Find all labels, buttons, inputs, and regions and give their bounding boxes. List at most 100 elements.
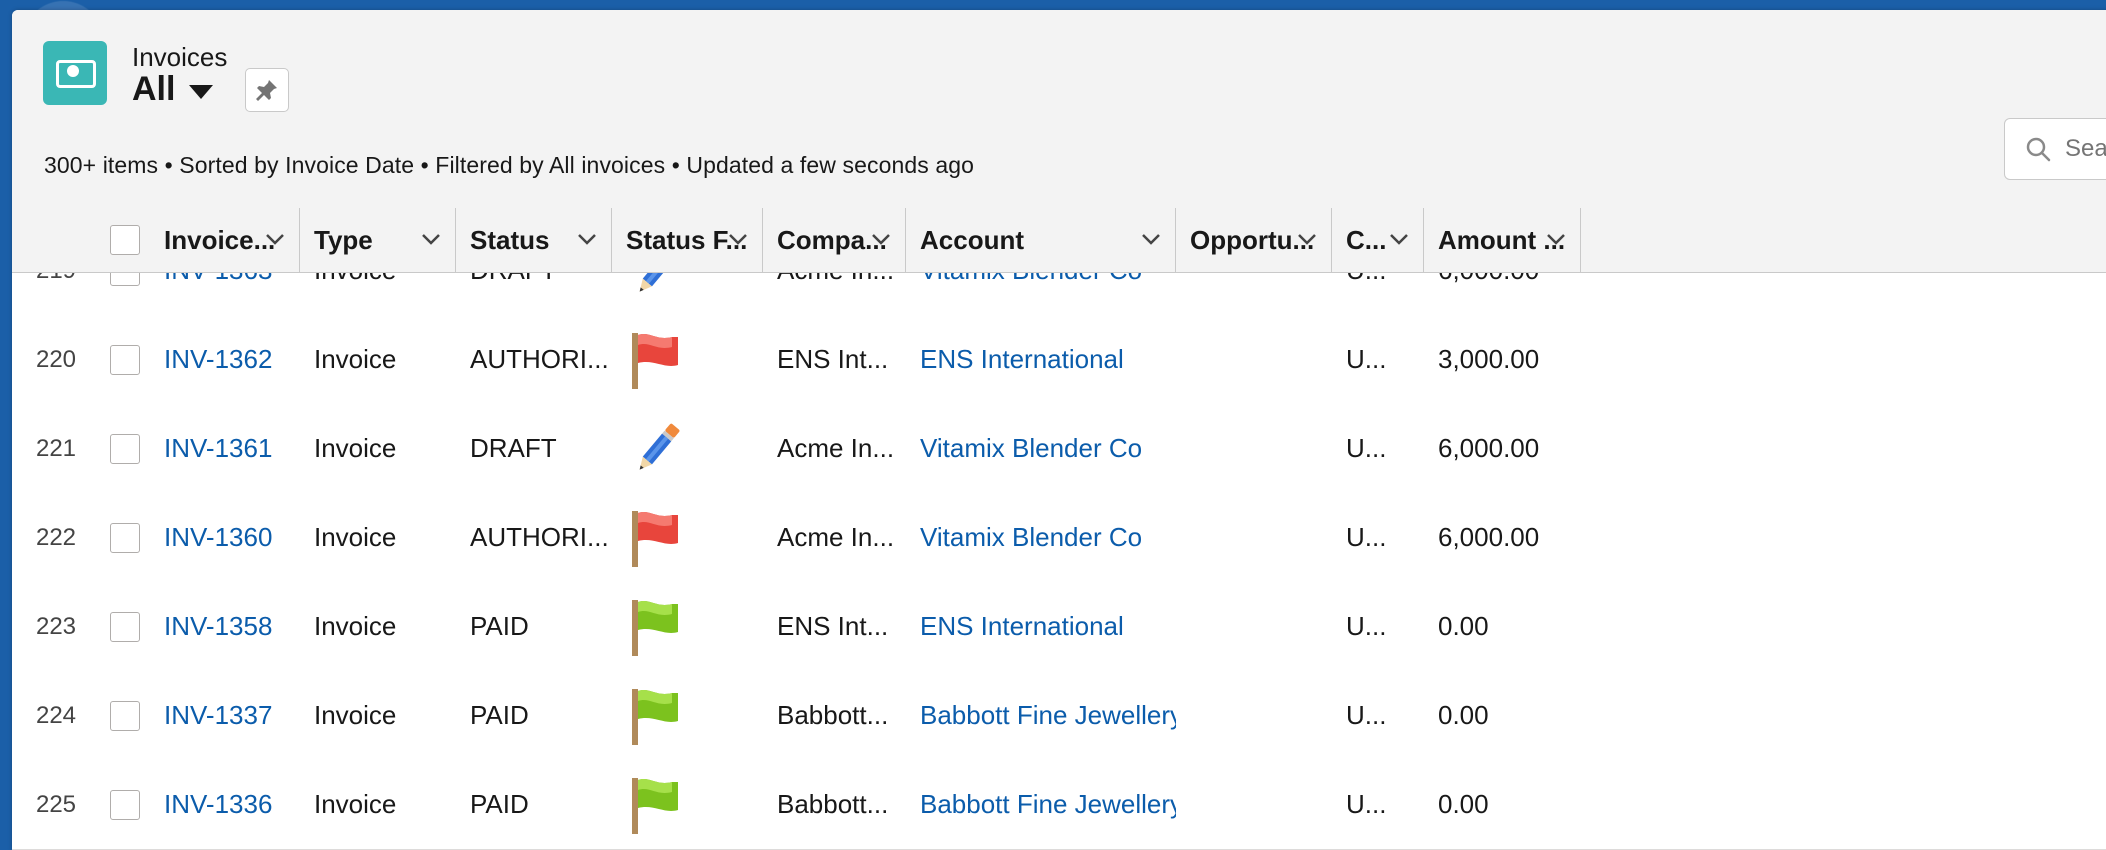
chevron-down-icon[interactable] xyxy=(1141,232,1161,246)
column-label: Status xyxy=(470,224,550,255)
column-label: C... xyxy=(1346,224,1387,255)
chevron-down-icon[interactable] xyxy=(728,232,748,246)
object-label: Invoices xyxy=(132,42,228,72)
column-header-currency[interactable]: C... xyxy=(1332,208,1424,272)
row-checkbox[interactable] xyxy=(110,433,140,464)
table-row[interactable]: 220 INV-1362 Invoice AUTHORI... ENS Int... EN… xyxy=(12,315,2106,405)
green-flag-icon xyxy=(626,685,688,747)
opportunity-cell xyxy=(1190,760,1332,849)
chevron-down-icon[interactable] xyxy=(421,232,441,246)
pin-list-view-button[interactable] xyxy=(245,68,289,112)
type-cell: Invoice xyxy=(314,522,397,552)
opportunity-cell xyxy=(1190,493,1332,582)
money-bill-coin xyxy=(67,65,79,77)
row-checkbox[interactable] xyxy=(110,789,140,820)
green-flag-icon xyxy=(626,596,688,658)
status-flag-cell xyxy=(626,404,763,493)
status-flag-cell xyxy=(626,671,763,760)
table-row[interactable]: 223 INV-1358 Invoice PAID ENS Int... ENS Inte… xyxy=(12,582,2106,672)
column-header-account[interactable]: Account xyxy=(906,208,1176,272)
select-all-cell xyxy=(100,208,150,272)
row-select-cell xyxy=(100,671,150,760)
status-flag-cell xyxy=(626,582,763,671)
column-header-status-flag[interactable]: Status F... xyxy=(612,208,763,272)
column-header-opportunity[interactable]: Opportu... xyxy=(1176,208,1332,272)
list-view-card: Invoices All 300+ items • Sorted by Invo… xyxy=(12,10,2106,850)
chevron-down-icon[interactable] xyxy=(577,232,597,246)
row-number: 224 xyxy=(35,701,77,729)
opportunity-cell xyxy=(1190,671,1332,760)
table-row[interactable]: 222 INV-1360 Invoice AUTHORI... Acme In... Vi… xyxy=(12,493,2106,583)
row-checkbox[interactable] xyxy=(110,344,140,375)
invoice-number-link[interactable]: INV-1337 xyxy=(164,671,300,760)
green-flag-icon xyxy=(626,774,688,836)
account-link[interactable]: Babbott Fine Jewellery xyxy=(920,760,1176,849)
status-cell: PAID xyxy=(470,611,529,641)
pencil-icon xyxy=(626,418,688,480)
chevron-down-icon[interactable] xyxy=(871,232,891,246)
red-flag-icon xyxy=(626,329,688,391)
status-flag-cell xyxy=(626,760,763,849)
company-cell: Acme In... xyxy=(777,522,895,552)
status-cell: PAID xyxy=(470,700,529,730)
invoice-number-link[interactable]: INV-1336 xyxy=(164,760,300,849)
amount-cell: 3,000.00 xyxy=(1438,344,1540,374)
currency-cell: U... xyxy=(1346,344,1387,374)
table-row[interactable]: 224 INV-1337 Invoice PAID Babbott... Babbott … xyxy=(12,671,2106,761)
select-all-checkbox[interactable] xyxy=(110,225,140,255)
row-checkbox[interactable] xyxy=(110,611,140,642)
row-number: 223 xyxy=(35,612,77,640)
column-header-company[interactable]: Compa... xyxy=(763,208,906,272)
status-cell: AUTHORI... xyxy=(470,344,609,374)
opportunity-cell xyxy=(1190,404,1332,493)
chevron-down-icon[interactable] xyxy=(1389,232,1409,246)
account-link[interactable]: Vitamix Blender Co xyxy=(920,493,1176,582)
column-header-status[interactable]: Status xyxy=(456,208,612,272)
type-cell: Invoice xyxy=(314,789,397,819)
currency-cell: U... xyxy=(1346,789,1387,819)
table-row[interactable]: 225 INV-1336 Invoice PAID Babbott... Babbott … xyxy=(12,760,2106,850)
row-checkbox[interactable] xyxy=(110,522,140,553)
column-header-type[interactable]: Type xyxy=(300,208,456,272)
company-cell: Acme In... xyxy=(777,433,895,463)
list-view-header: Invoices All 300+ items • Sorted by Invo… xyxy=(12,10,2106,209)
chevron-down-icon[interactable] xyxy=(265,232,285,246)
status-cell: PAID xyxy=(470,789,529,819)
row-checkbox[interactable] xyxy=(110,700,140,731)
invoice-number-link[interactable]: INV-1362 xyxy=(164,315,300,404)
table-header: Invoice... Type Status Status F... Compa… xyxy=(12,208,2106,273)
pin-icon xyxy=(256,80,277,101)
invoice-object-icon xyxy=(43,41,107,105)
account-link[interactable]: Vitamix Blender Co xyxy=(920,404,1176,493)
account-link[interactable]: ENS International xyxy=(920,582,1176,671)
column-header-amount[interactable]: Amount ... xyxy=(1424,208,1581,272)
invoice-number-link[interactable]: INV-1360 xyxy=(164,493,300,582)
status-flag-cell xyxy=(626,315,763,404)
row-select-cell xyxy=(100,315,150,404)
opportunity-cell xyxy=(1190,315,1332,404)
column-label: Account xyxy=(920,224,1024,255)
status-cell: AUTHORI... xyxy=(470,522,609,552)
search-box[interactable] xyxy=(2004,118,2106,180)
amount-cell: 6,000.00 xyxy=(1438,433,1540,463)
currency-cell: U... xyxy=(1346,433,1387,463)
account-link[interactable]: Babbott Fine Jewellery xyxy=(920,671,1176,760)
search-input[interactable] xyxy=(2063,134,2106,164)
company-cell: Babbott... xyxy=(777,789,889,819)
chevron-down-icon[interactable] xyxy=(1546,232,1566,246)
invoice-number-link[interactable]: INV-1361 xyxy=(164,404,300,493)
opportunity-cell xyxy=(1190,582,1332,671)
row-number: 220 xyxy=(35,345,77,373)
row-select-cell xyxy=(100,404,150,493)
list-view-switcher[interactable]: All xyxy=(132,70,214,109)
list-view-name: All xyxy=(132,70,176,108)
row-number: 225 xyxy=(35,790,77,818)
account-link[interactable]: ENS International xyxy=(920,315,1176,404)
chevron-down-icon[interactable] xyxy=(1297,232,1317,246)
column-header-invoice[interactable]: Invoice... xyxy=(150,208,300,272)
currency-cell: U... xyxy=(1346,700,1387,730)
status-flag-cell xyxy=(626,493,763,582)
table-row[interactable]: 221 INV-1361 Invoice DRAFT Acme In... Vitamix… xyxy=(12,404,2106,494)
invoice-number-link[interactable]: INV-1358 xyxy=(164,582,300,671)
row-select-cell xyxy=(100,493,150,582)
